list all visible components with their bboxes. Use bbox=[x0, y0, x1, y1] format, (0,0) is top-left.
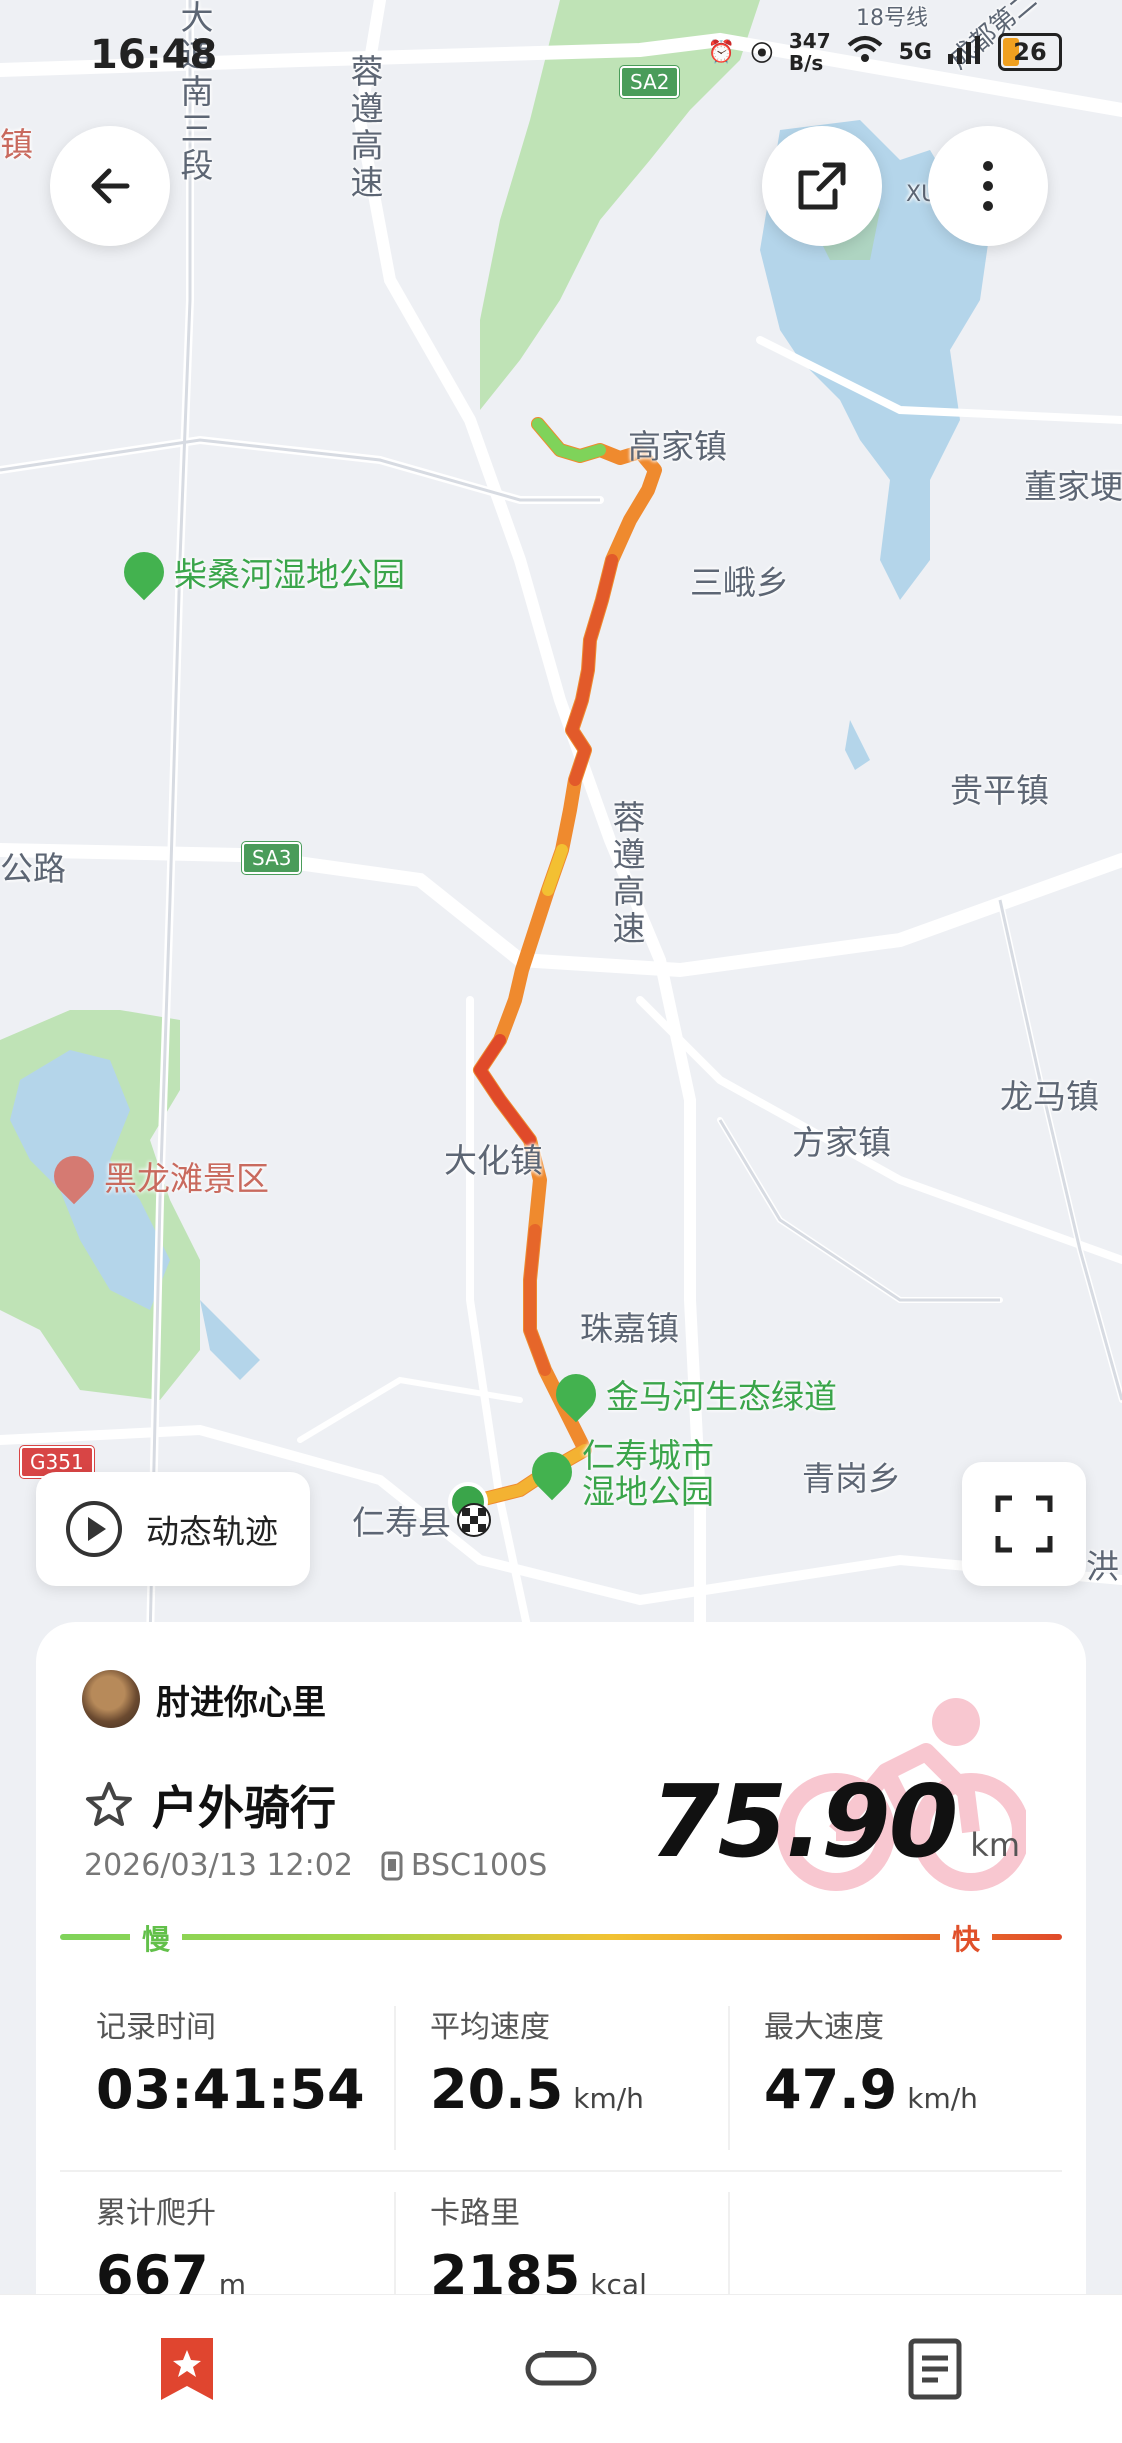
bookmark-icon bbox=[161, 2338, 213, 2400]
stat-max-speed-unit: km/h bbox=[907, 2082, 978, 2115]
battery-level: 26 bbox=[1013, 38, 1047, 66]
share-icon bbox=[798, 162, 846, 210]
activity-type: 户外骑行 bbox=[84, 1772, 336, 1838]
signal-icon bbox=[948, 34, 982, 70]
share-button[interactable] bbox=[762, 126, 882, 246]
scenic-pin-icon bbox=[45, 1147, 103, 1205]
device-icon bbox=[381, 1851, 403, 1880]
poi-chaisang[interactable]: 柴桑河湿地公园 bbox=[115, 543, 405, 601]
stat-avg-speed-value: 20.5 bbox=[430, 2058, 564, 2121]
map-label-rongzun-2: 蓉遵高速 bbox=[607, 800, 646, 948]
device-info: BSC100S bbox=[381, 1848, 547, 1883]
device-icon bbox=[525, 2351, 597, 2386]
stat-duration-value: 03:41:54 bbox=[96, 2058, 365, 2121]
stat-avg-speed: 平均速度 20.5 km/h bbox=[394, 1986, 728, 2170]
avatar[interactable] bbox=[82, 1670, 140, 1728]
shield-sa3: SA3 bbox=[242, 842, 302, 874]
map-label-longma: 龙马镇 bbox=[1000, 1077, 1099, 1116]
stat-calories-label: 卡路里 bbox=[430, 2196, 520, 2231]
arrow-left-icon bbox=[91, 168, 130, 204]
wifi-icon bbox=[847, 35, 883, 69]
stat-max-speed-label: 最大速度 bbox=[764, 2010, 884, 2045]
status-icons: ⏰ ⦿ 347 B/s 5G 26 bbox=[707, 30, 1062, 74]
distance-unit: km bbox=[970, 1826, 1020, 1864]
poi-jinmahe-label: 金马河生态绿道 bbox=[606, 1377, 837, 1416]
poi-chaisang-label: 柴桑河湿地公园 bbox=[174, 555, 405, 594]
more-button[interactable] bbox=[928, 126, 1048, 246]
nav-bookmark[interactable] bbox=[0, 2295, 374, 2443]
map-pin-icon bbox=[547, 1365, 605, 1423]
stat-max-speed-value: 47.9 bbox=[764, 2058, 898, 2121]
fullscreen-button[interactable] bbox=[962, 1462, 1086, 1586]
poi-heilongtan[interactable]: 黑龙滩景区 bbox=[45, 1147, 269, 1205]
document-icon bbox=[908, 2338, 962, 2400]
map-pin-icon bbox=[523, 1443, 581, 1501]
net-speed-unit: B/s bbox=[788, 51, 824, 75]
battery-icon: 26 bbox=[998, 33, 1062, 71]
map-label-town-left: 镇 bbox=[0, 125, 33, 164]
map-label-guiping: 贵平镇 bbox=[950, 771, 1049, 810]
speed-legend: 慢 快 bbox=[60, 1918, 1062, 1958]
total-distance: 75.90 km bbox=[650, 1772, 1020, 1872]
stat-avg-speed-label: 平均速度 bbox=[430, 2010, 550, 2045]
activity-summary-card: 肘进你心里 户外骑行 2026/03/13 12:02 BSC100S 75.9… bbox=[36, 1622, 1086, 2322]
poi-jinmahe[interactable]: 金马河生态绿道 bbox=[547, 1365, 837, 1423]
stat-max-speed: 最大速度 47.9 km/h bbox=[728, 1986, 1062, 2170]
status-bar: 16:48 ⏰ ⦿ 347 B/s 5G 26 bbox=[90, 28, 1062, 88]
map-view[interactable]: 镇 大道南三段 蓉遵高速 蓉遵高速 高家镇 三峨乡 董家埂 贵平镇 公路 龙马镇… bbox=[0, 0, 1122, 1646]
more-vertical-icon bbox=[983, 161, 993, 211]
location-icon: ⦿ bbox=[750, 42, 773, 67]
net-speed-value: 347 bbox=[788, 29, 831, 53]
map-pin-icon bbox=[115, 543, 173, 601]
stat-ascent-label: 累计爬升 bbox=[96, 2196, 216, 2231]
map-label-road-left: 公路 bbox=[0, 849, 66, 888]
map-label-gaojia: 高家镇 bbox=[628, 427, 727, 466]
nav-device[interactable] bbox=[374, 2295, 748, 2443]
user-info[interactable]: 肘进你心里 bbox=[82, 1670, 326, 1728]
net-speed: 347 B/s bbox=[789, 30, 831, 74]
speed-gradient-bar bbox=[60, 1934, 1062, 1940]
map-label-qinggang: 青岗乡 bbox=[802, 1459, 901, 1498]
poi-renshou-wetland-label-1: 仁寿城市 bbox=[582, 1436, 714, 1475]
stats-grid: 记录时间 03:41:54 平均速度 20.5 km/h 最大速度 47.9 km/… bbox=[60, 1986, 1062, 2322]
nav-document[interactable] bbox=[748, 2295, 1122, 2443]
play-icon bbox=[66, 1501, 122, 1557]
legend-slow-label: 慢 bbox=[130, 1918, 183, 1958]
legend-fast-label: 快 bbox=[939, 1918, 992, 1958]
map-label-dongjia: 董家埂 bbox=[1024, 467, 1122, 506]
stat-avg-speed-unit: km/h bbox=[573, 2082, 644, 2115]
bottom-nav bbox=[0, 2294, 1122, 2443]
back-button[interactable] bbox=[50, 126, 170, 246]
map-label-renshou: 仁寿县 bbox=[352, 1503, 451, 1542]
username: 肘进你心里 bbox=[156, 1682, 326, 1723]
activity-datetime: 2026/03/13 12:02 bbox=[84, 1848, 353, 1883]
map-label-fangjia: 方家镇 bbox=[792, 1123, 891, 1162]
poi-heilongtan-label: 黑龙滩景区 bbox=[104, 1159, 269, 1198]
stats-row: 记录时间 03:41:54 平均速度 20.5 km/h 最大速度 47.9 km/… bbox=[60, 1986, 1062, 2172]
activity-type-label: 户外骑行 bbox=[152, 1781, 336, 1835]
fullscreen-icon bbox=[995, 1495, 1053, 1553]
network-type: 5G bbox=[898, 39, 932, 65]
activity-meta: 2026/03/13 12:02 BSC100S bbox=[84, 1848, 547, 1883]
star-icon[interactable] bbox=[84, 1780, 134, 1830]
map-label-hong: 洪 bbox=[1086, 1547, 1119, 1586]
stat-duration-label: 记录时间 bbox=[96, 2010, 216, 2045]
replay-track-button[interactable]: 动态轨迹 bbox=[36, 1472, 310, 1586]
map-label-zhujia: 珠嘉镇 bbox=[580, 1309, 679, 1348]
map-label-sane: 三峨乡 bbox=[690, 563, 789, 602]
alarm-icon: ⏰ bbox=[707, 39, 735, 65]
distance-value: 75.90 bbox=[649, 1763, 958, 1880]
replay-track-label: 动态轨迹 bbox=[146, 1512, 278, 1551]
poi-renshou-wetland-label-2: 湿地公园 bbox=[582, 1472, 714, 1511]
poi-renshou-wetland[interactable]: 仁寿城市 湿地公园 bbox=[523, 1436, 714, 1511]
map-label-dahua: 大化镇 bbox=[444, 1141, 543, 1180]
status-time: 16:48 bbox=[90, 32, 218, 78]
device-name: BSC100S bbox=[410, 1848, 548, 1883]
stat-duration: 记录时间 03:41:54 bbox=[60, 1986, 394, 2170]
